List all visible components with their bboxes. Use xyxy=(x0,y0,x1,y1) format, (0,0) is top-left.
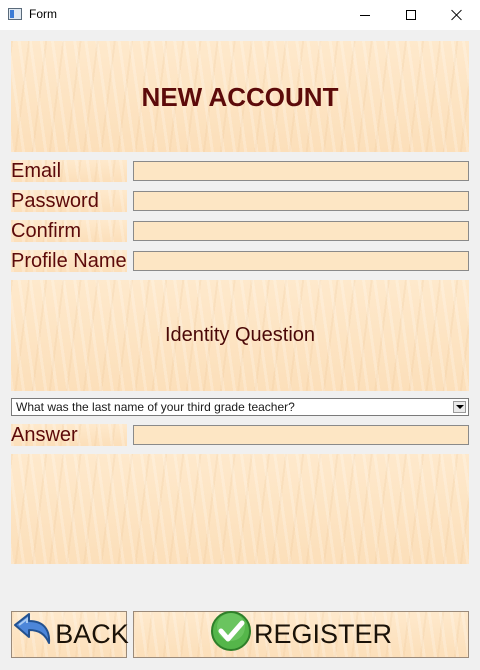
identity-question-panel: Identity Question xyxy=(11,280,469,391)
confirm-password-field[interactable] xyxy=(133,221,469,241)
chevron-down-icon[interactable] xyxy=(453,401,466,413)
title-bar: Form xyxy=(0,0,480,30)
profile-name-field[interactable] xyxy=(133,251,469,271)
message-panel xyxy=(11,454,469,564)
back-button-label: BACK xyxy=(55,619,129,649)
close-icon xyxy=(451,9,463,21)
profile-name-label: Profile Name xyxy=(11,250,127,272)
back-button[interactable]: BACK xyxy=(9,611,129,658)
minimize-icon xyxy=(360,14,370,16)
window-title: Form xyxy=(29,7,57,21)
password-field[interactable] xyxy=(133,191,469,211)
email-label: Email xyxy=(11,160,127,182)
password-label: Password xyxy=(11,190,127,212)
answer-field[interactable] xyxy=(133,425,469,445)
identity-question-select[interactable]: What was the last name of your third gra… xyxy=(11,398,469,416)
identity-question-heading: Identity Question xyxy=(164,324,316,346)
close-button[interactable] xyxy=(434,0,480,30)
maximize-button[interactable] xyxy=(388,0,434,30)
minimize-button[interactable] xyxy=(342,0,388,30)
back-arrow-icon xyxy=(9,611,53,658)
checkmark-icon xyxy=(210,610,252,659)
confirm-label: Confirm xyxy=(11,220,127,242)
email-field[interactable] xyxy=(133,161,469,181)
maximize-icon xyxy=(406,10,416,20)
register-button-label: REGISTER xyxy=(253,619,393,649)
page-title: NEW ACCOUNT xyxy=(141,82,339,112)
window-app-icon xyxy=(8,8,22,20)
header-panel: NEW ACCOUNT xyxy=(11,41,469,152)
answer-label: Answer xyxy=(11,424,127,446)
register-button[interactable]: REGISTER xyxy=(133,611,469,658)
identity-question-selected: What was the last name of your third gra… xyxy=(16,400,295,414)
